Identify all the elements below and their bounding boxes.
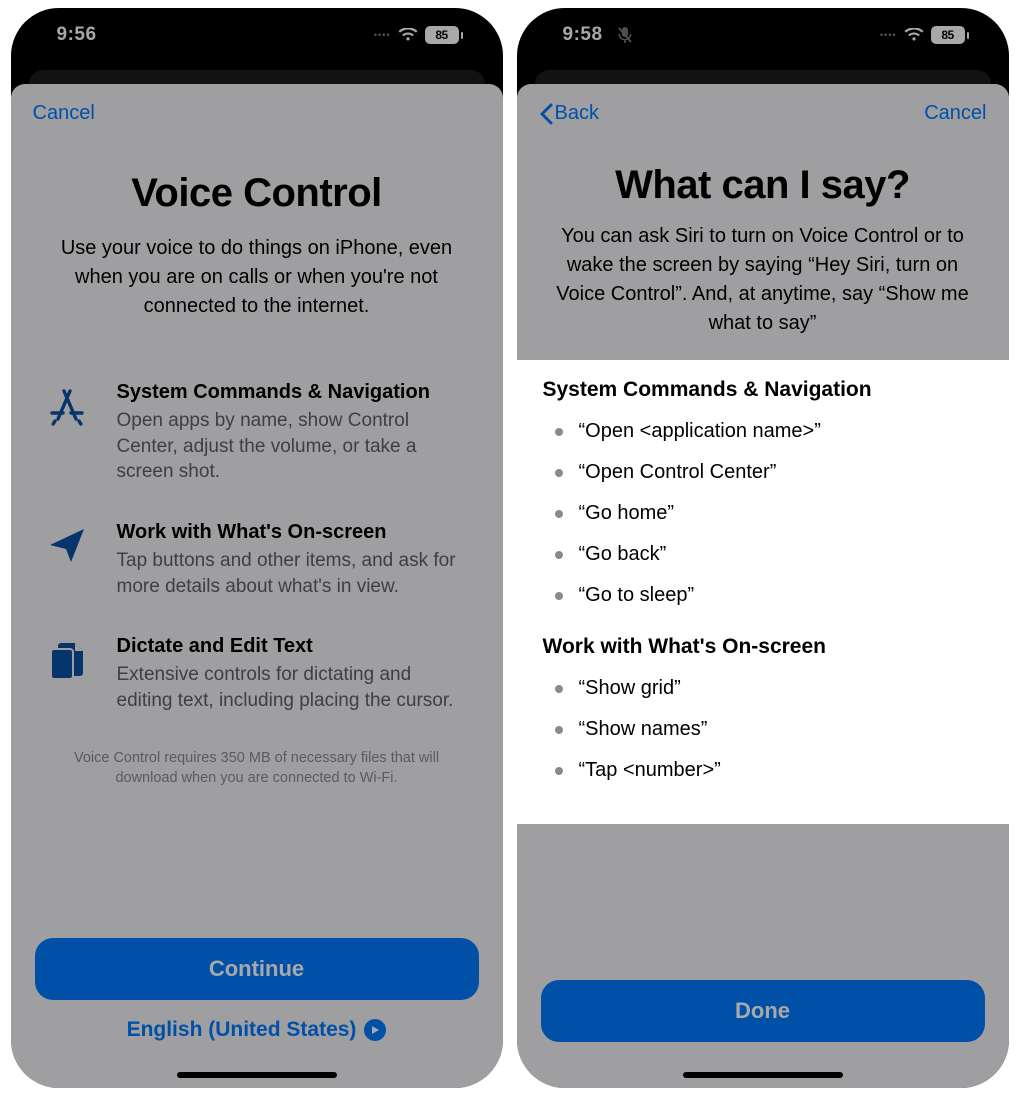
- feature-item: System Commands & Navigation Open apps b…: [45, 381, 469, 485]
- done-button[interactable]: Done: [541, 980, 985, 1042]
- bullet-icon: [555, 685, 563, 693]
- bullet-icon: [555, 551, 563, 559]
- feature-desc: Tap buttons and other items, and ask for…: [117, 548, 469, 599]
- status-bar: 9:58 •••• 85: [517, 8, 1009, 62]
- modal-sheet: Back Cancel What can I say? You can ask …: [517, 84, 1009, 1088]
- feature-title: Work with What's On-screen: [117, 521, 469, 544]
- page-subtitle: Use your voice to do things on iPhone, e…: [33, 234, 481, 321]
- command-item: “Show names”: [555, 718, 983, 741]
- battery-icon: 85: [425, 26, 463, 44]
- page-title: What can I say?: [539, 163, 987, 208]
- command-item: “Go to sleep”: [555, 584, 983, 607]
- status-right: •••• 85: [374, 26, 463, 44]
- modal-sheet: Cancel Voice Control Use your voice to d…: [11, 84, 503, 1088]
- chevron-left-icon: [539, 103, 553, 125]
- language-button[interactable]: English (United States): [35, 1018, 479, 1042]
- bullet-icon: [555, 428, 563, 436]
- play-circle-icon: [364, 1019, 386, 1041]
- command-item: “Show grid”: [555, 677, 983, 700]
- cancel-button[interactable]: Cancel: [33, 102, 95, 125]
- feature-desc: Open apps by name, show Control Center, …: [117, 408, 469, 485]
- feature-title: System Commands & Navigation: [117, 381, 469, 404]
- cellular-dots-icon: ••••: [880, 30, 897, 40]
- footnote: Voice Control requires 350 MB of necessa…: [33, 749, 481, 788]
- command-item: “Tap <number>”: [555, 759, 983, 782]
- battery-level: 85: [425, 26, 459, 44]
- phone-what-can-i-say: 9:58 •••• 85 Back C: [517, 8, 1009, 1088]
- feature-list: System Commands & Navigation Open apps b…: [33, 381, 481, 713]
- command-item: “Open <application name>”: [555, 420, 983, 443]
- command-item: “Open Control Center”: [555, 461, 983, 484]
- cellular-dots-icon: ••••: [374, 30, 391, 40]
- status-time: 9:58: [563, 24, 603, 46]
- paperplane-icon: [45, 521, 89, 599]
- feature-desc: Extensive controls for dictating and edi…: [117, 662, 469, 713]
- home-indicator[interactable]: [177, 1072, 337, 1078]
- appstore-icon: [45, 381, 89, 485]
- bullet-icon: [555, 767, 563, 775]
- page-subtitle: You can ask Siri to turn on Voice Contro…: [539, 222, 987, 338]
- bullet-icon: [555, 469, 563, 477]
- mic-off-icon: [617, 26, 633, 44]
- documents-icon: [45, 635, 89, 713]
- feature-title: Dictate and Edit Text: [117, 635, 469, 658]
- status-bar: 9:56 •••• 85: [11, 8, 503, 62]
- nav-bar: Cancel: [11, 84, 503, 133]
- bullet-icon: [555, 726, 563, 734]
- feature-item: Dictate and Edit Text Extensive controls…: [45, 635, 469, 713]
- bullet-icon: [555, 592, 563, 600]
- commands-section-title: Work with What's On-screen: [543, 635, 983, 659]
- commands-card: System Commands & Navigation “Open <appl…: [517, 360, 1009, 824]
- nav-bar: Back Cancel: [517, 84, 1009, 133]
- battery-icon: 85: [931, 26, 969, 44]
- wifi-icon: [398, 28, 418, 42]
- back-button[interactable]: Back: [539, 102, 599, 125]
- command-item: “Go home”: [555, 502, 983, 525]
- page-title: Voice Control: [33, 171, 481, 216]
- cancel-button[interactable]: Cancel: [924, 102, 986, 125]
- bullet-icon: [555, 510, 563, 518]
- home-indicator[interactable]: [683, 1072, 843, 1078]
- phone-voice-control-intro: 9:56 •••• 85 Cancel Voice Control Use: [11, 8, 503, 1088]
- status-time: 9:56: [57, 24, 97, 46]
- continue-button[interactable]: Continue: [35, 938, 479, 1000]
- status-right: •••• 85: [880, 26, 969, 44]
- battery-level: 85: [931, 26, 965, 44]
- commands-section-title: System Commands & Navigation: [543, 378, 983, 402]
- wifi-icon: [904, 28, 924, 42]
- language-label: English (United States): [127, 1018, 357, 1042]
- feature-item: Work with What's On-screen Tap buttons a…: [45, 521, 469, 599]
- command-item: “Go back”: [555, 543, 983, 566]
